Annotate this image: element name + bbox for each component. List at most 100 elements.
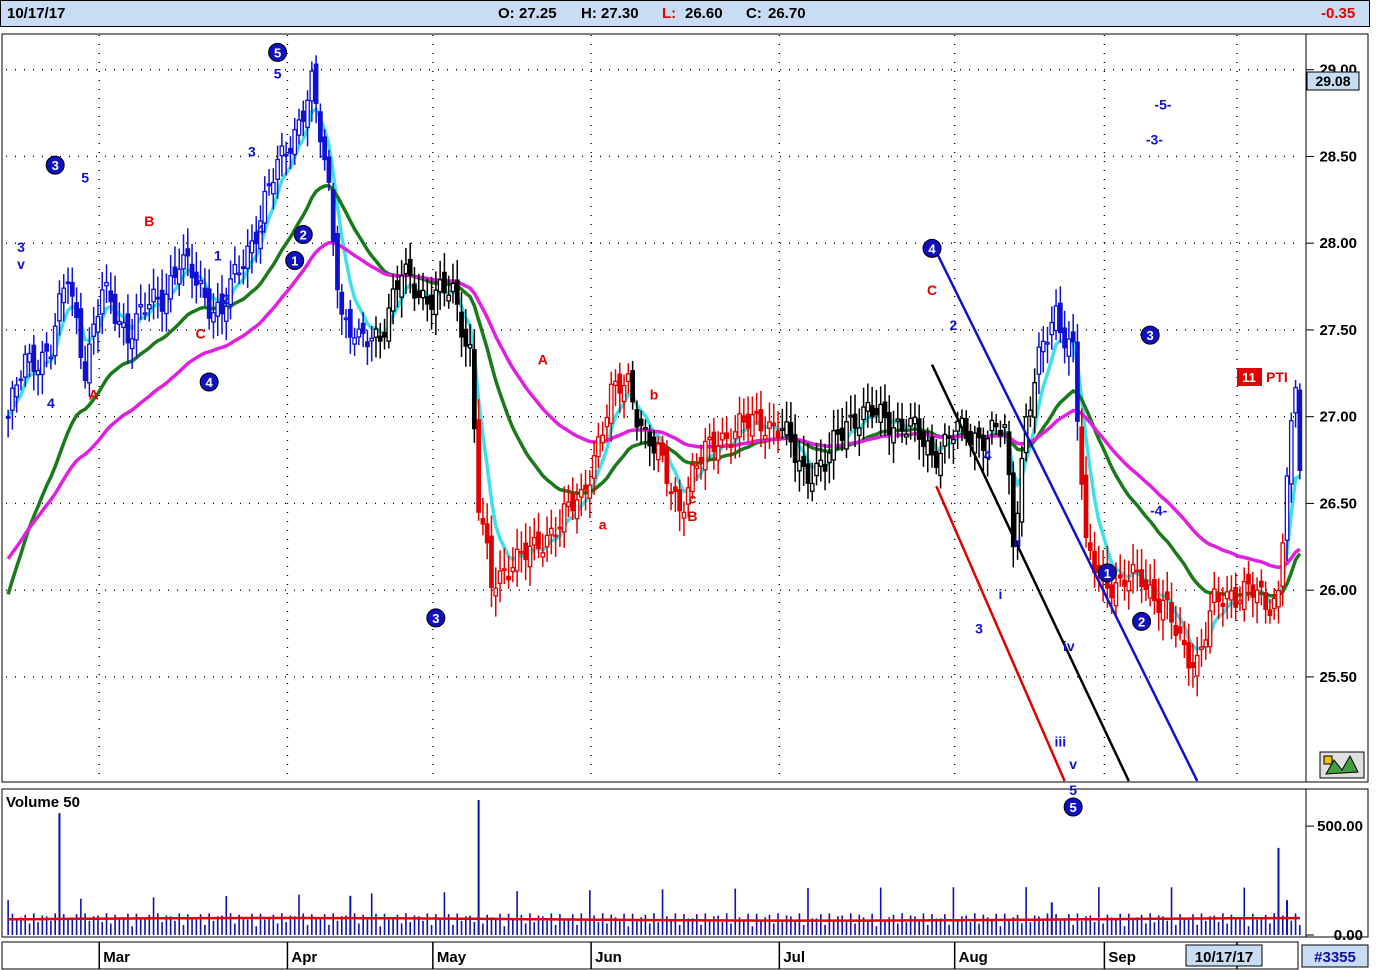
wave-circle-label: 1 [291,254,298,269]
candle-body [399,275,405,298]
candle-body [737,413,742,438]
candle-body [681,511,687,519]
candle-body [621,384,627,403]
candle-body [916,418,922,440]
candle-body [69,281,75,297]
candle-body [138,304,144,308]
candle-body [827,452,832,464]
candle-body [1032,382,1038,418]
candle-body [416,290,422,298]
candle-body [318,111,323,143]
candle-body [805,463,811,484]
high-label: H: [581,5,597,22]
candle-body [168,275,174,300]
candle-body [1130,564,1136,574]
candle-body [724,432,730,439]
candle-body [1109,584,1115,599]
candle-body [1049,321,1055,336]
candle-body [895,418,901,422]
candle-body [313,63,319,104]
candle-body [125,313,131,344]
candle-body [360,322,366,334]
candle-body [882,401,888,419]
candle-body [540,552,546,558]
candle-body [57,293,62,322]
wave-label: -4- [1150,503,1167,519]
candle-body [548,527,554,536]
candle-body [908,417,913,427]
wave-label: A [89,386,99,402]
candle-body [18,378,24,382]
stock-chart: 3v45ABC12345AabcBC24iii3iviiiv5-3-4--3--… [1,33,1369,970]
candle-body [112,293,118,324]
candle-body [108,290,114,303]
wave-label: b [650,386,659,402]
candle-body [903,434,909,438]
pti-value: 11 [1242,370,1256,385]
wave-circle-label: 3 [432,611,439,626]
candle-body [1113,582,1119,607]
candle-body [732,431,738,440]
chart-id: #3355 [1314,949,1356,966]
candle-body [262,190,268,224]
candle-body [643,426,648,430]
candle-body [497,570,503,584]
candle-body [1036,346,1042,375]
month-label: Jun [595,949,622,966]
candle-body [951,438,956,445]
wave-label: 5 [1069,782,1077,798]
wave-label: v [17,256,25,272]
candle-body [1288,420,1294,485]
candle-body [677,489,683,512]
candle-body [1271,597,1277,610]
candle-body [450,282,456,293]
low-label: L: [662,5,677,22]
candle-body [792,434,798,463]
candle-body [767,421,772,429]
candle-body [1211,588,1217,604]
candle-body [335,232,340,291]
volume-tick-label: 0.00 [1334,927,1363,944]
price-tick-label: 25.50 [1319,669,1357,686]
candle-body [1126,580,1132,592]
candle-body [779,428,785,432]
candle-body [35,370,41,376]
chart-tools-icon[interactable] [1319,751,1365,779]
candle-body [61,287,67,304]
wave-label: -3- [1146,131,1163,147]
candle-body [22,353,28,378]
month-label: Apr [291,949,317,966]
candle-body [176,268,182,285]
candle-body [467,344,473,349]
candle-body [236,272,242,276]
candle-body [1233,587,1239,608]
candle-body [1177,626,1183,634]
candle-body [433,289,439,316]
candle-body [31,344,37,372]
candle-body [938,452,943,477]
candle-body [241,266,246,270]
candle-body [591,455,597,479]
candle-body [1297,389,1303,471]
candle-body [822,463,828,472]
candle-body [600,434,606,444]
price-tick-label: 26.00 [1319,582,1357,599]
wave-label: A [538,352,548,368]
pti-label: PTI [1266,369,1288,385]
price-tick-label: 27.50 [1319,322,1357,339]
candle-body [1152,579,1157,602]
candle-body [715,445,721,461]
wave-circle-label: 5 [1070,800,1077,815]
wave-circle-label: 4 [928,241,936,256]
candle-body [1284,475,1290,541]
candle-body [1254,589,1260,604]
candle-body [617,373,623,394]
candle-body [305,99,310,128]
candle-body [266,183,272,187]
candle-body [14,384,20,398]
wave-label: B [144,213,154,229]
candle-body [442,271,447,294]
candle-body [193,271,199,286]
candle-body [279,145,285,157]
candle-body [625,373,631,383]
